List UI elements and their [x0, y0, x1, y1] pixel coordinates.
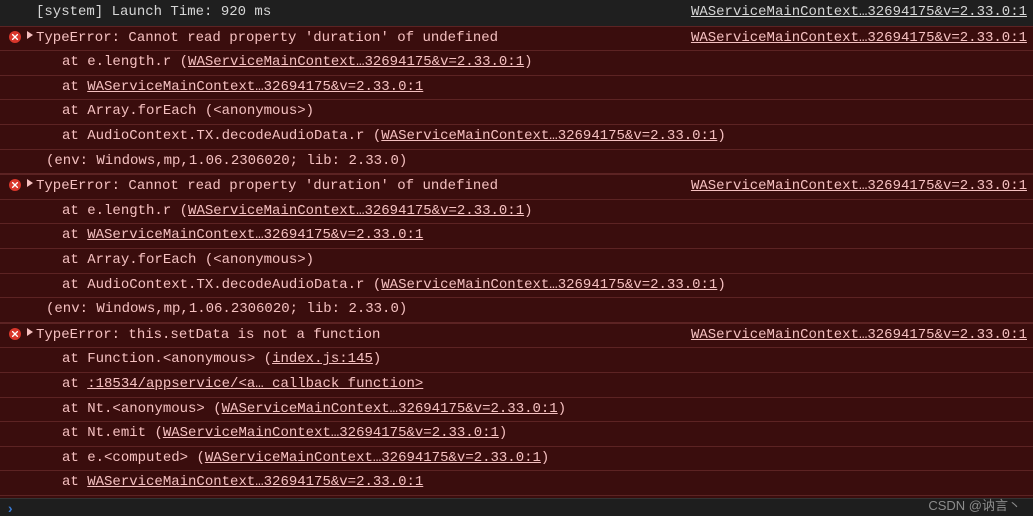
- disclosure-toggle[interactable]: [26, 29, 36, 39]
- env-line: (env: Windows,mp,1.06.2306020; lib: 2.33…: [0, 149, 1033, 174]
- stack-frame: at WAServiceMainContext…32694175&v=2.33.…: [0, 495, 1033, 498]
- stack-trace: at e.length.r (WAServiceMainContext…3269…: [0, 200, 1033, 322]
- console-panel[interactable]: [system] Launch Time: 920 ms WAServiceMa…: [0, 0, 1033, 498]
- gutter: [4, 3, 26, 5]
- source-link[interactable]: WAServiceMainContext…32694175&v=2.33.0:1: [691, 178, 1027, 194]
- error-icon: [9, 328, 21, 340]
- stack-frame: at e.length.r (WAServiceMainContext…3269…: [0, 200, 1033, 224]
- env-line: (env: Windows,mp,1.06.2306020; lib: 2.33…: [0, 297, 1033, 322]
- stack-trace: at e.length.r (WAServiceMainContext…3269…: [0, 51, 1033, 173]
- stack-link[interactable]: WAServiceMainContext…32694175&v=2.33.0:1: [381, 128, 717, 144]
- stack-frame: at Nt.<anonymous> (WAServiceMainContext……: [0, 397, 1033, 422]
- stack-link[interactable]: WAServiceMainContext…32694175&v=2.33.0:1: [188, 203, 524, 219]
- error-message: TypeError: Cannot read property 'duratio…: [36, 177, 683, 197]
- stack-link[interactable]: WAServiceMainContext…32694175&v=2.33.0:1: [381, 277, 717, 293]
- gutter: [4, 177, 26, 191]
- stack-link[interactable]: WAServiceMainContext…32694175&v=2.33.0:1: [205, 450, 541, 466]
- stack-frame: at e.length.r (WAServiceMainContext…3269…: [0, 51, 1033, 75]
- error-row: TypeError: Cannot read property 'duratio…: [0, 26, 1033, 52]
- stack-frame: at :18534/appservice/<a… callback functi…: [0, 372, 1033, 397]
- error-message: TypeError: this.setData is not a functio…: [36, 326, 683, 346]
- system-message-row: [system] Launch Time: 920 ms WAServiceMa…: [0, 0, 1033, 26]
- stack-link[interactable]: index.js:145: [272, 351, 373, 367]
- error-source: WAServiceMainContext…32694175&v=2.33.0:1: [691, 29, 1027, 49]
- error-source: WAServiceMainContext…32694175&v=2.33.0:1: [691, 326, 1027, 346]
- disclosure-toggle[interactable]: [26, 326, 36, 336]
- error-message: TypeError: Cannot read property 'duratio…: [36, 29, 683, 49]
- system-source: WAServiceMainContext…32694175&v=2.33.0:1: [691, 3, 1027, 23]
- stack-link[interactable]: WAServiceMainContext…32694175&v=2.33.0:1: [87, 474, 423, 490]
- stack-link[interactable]: WAServiceMainContext…32694175&v=2.33.0:1: [188, 54, 524, 70]
- error-list: TypeError: Cannot read property 'duratio…: [0, 26, 1033, 498]
- system-message-text: [system] Launch Time: 920 ms: [36, 3, 683, 23]
- stack-link[interactable]: WAServiceMainContext…32694175&v=2.33.0:1: [222, 401, 558, 417]
- stack-trace: at Function.<anonymous> (index.js:145)at…: [0, 348, 1033, 498]
- stack-frame: at Array.forEach (<anonymous>): [0, 99, 1033, 124]
- stack-frame: at AudioContext.TX.decodeAudioData.r (WA…: [0, 124, 1033, 149]
- stack-frame: at WAServiceMainContext…32694175&v=2.33.…: [0, 75, 1033, 100]
- stack-frame: at Function.<anonymous> (index.js:145): [0, 348, 1033, 372]
- source-link[interactable]: WAServiceMainContext…32694175&v=2.33.0:1: [691, 30, 1027, 46]
- source-link[interactable]: WAServiceMainContext…32694175&v=2.33.0:1: [691, 4, 1027, 20]
- error-icon: [9, 179, 21, 191]
- stack-link[interactable]: WAServiceMainContext…32694175&v=2.33.0:1: [163, 425, 499, 441]
- stack-frame: at WAServiceMainContext…32694175&v=2.33.…: [0, 470, 1033, 495]
- stack-frame: at WAServiceMainContext…32694175&v=2.33.…: [0, 223, 1033, 248]
- prompt-caret-icon: ›: [6, 502, 14, 516]
- watermark: CSDN @讷言丶: [928, 495, 1021, 514]
- stack-link[interactable]: WAServiceMainContext…32694175&v=2.33.0:1: [87, 227, 423, 243]
- disclosure-toggle[interactable]: [26, 177, 36, 187]
- source-link[interactable]: WAServiceMainContext…32694175&v=2.33.0:1: [691, 327, 1027, 343]
- error-icon: [9, 31, 21, 43]
- error-row: TypeError: Cannot read property 'duratio…: [0, 174, 1033, 200]
- spacer: [26, 3, 36, 5]
- stack-link[interactable]: :18534/appservice/<a… callback function>: [87, 376, 423, 392]
- console-prompt[interactable]: ›: [0, 498, 1033, 516]
- console-input[interactable]: [20, 502, 1027, 516]
- gutter: [4, 326, 26, 340]
- stack-frame: at Nt.emit (WAServiceMainContext…3269417…: [0, 421, 1033, 446]
- error-source: WAServiceMainContext…32694175&v=2.33.0:1: [691, 177, 1027, 197]
- stack-link[interactable]: WAServiceMainContext…32694175&v=2.33.0:1: [87, 79, 423, 95]
- stack-frame: at Array.forEach (<anonymous>): [0, 248, 1033, 273]
- stack-frame: at AudioContext.TX.decodeAudioData.r (WA…: [0, 273, 1033, 298]
- gutter: [4, 29, 26, 43]
- error-row: TypeError: this.setData is not a functio…: [0, 323, 1033, 349]
- stack-frame: at e.<computed> (WAServiceMainContext…32…: [0, 446, 1033, 471]
